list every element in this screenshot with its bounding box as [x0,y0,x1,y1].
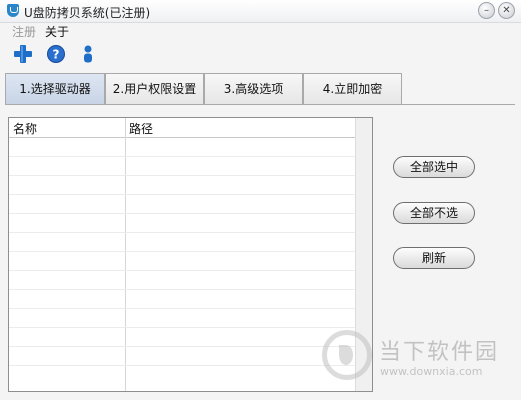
row-separator [9,213,356,214]
svg-text:?: ? [53,48,60,62]
shield-icon [7,4,19,17]
column-name[interactable]: 名称 [13,120,37,137]
user-icon[interactable] [78,44,98,64]
tab-advanced-options[interactable]: 3.高级选项 [204,73,303,104]
row-separator [9,289,356,290]
help-icon[interactable]: ? [46,44,66,64]
add-icon[interactable] [13,44,33,64]
row-separator [9,156,356,157]
row-separator [9,232,356,233]
row-separator [9,251,356,252]
tab-user-permissions[interactable]: 2.用户权限设置 [105,73,204,104]
refresh-button[interactable]: 刷新 [393,247,475,269]
menu-about[interactable]: 关于 [45,23,69,40]
tab-encrypt-now[interactable]: 4.立即加密 [303,73,402,104]
window-title: U盘防拷贝系统(已注册) [24,6,151,20]
step-tabs: 1.选择驱动器 2.用户权限设置 3.高级选项 4.立即加密 [5,73,515,105]
drive-list[interactable]: 名称 路径 [8,117,373,392]
column-path[interactable]: 路径 [129,120,153,137]
watermark-logo-icon [322,330,372,380]
row-separator [9,308,356,309]
menu-register[interactable]: 注册 [12,23,36,40]
row-separator [9,327,356,328]
watermark-text: 当下软件园 [379,340,500,365]
select-none-button[interactable]: 全部不选 [393,202,475,224]
select-all-button[interactable]: 全部选中 [393,156,475,178]
row-separator [9,175,356,176]
title-bar: U盘防拷贝系统(已注册) – ✕ [0,0,521,23]
watermark: 当下软件园 www.downxia.com [322,330,517,385]
column-divider [125,118,126,391]
watermark-url: www.downxia.com [380,365,483,378]
row-separator [9,346,356,347]
list-header: 名称 路径 [9,118,372,138]
toolbar: ? [0,40,521,68]
row-separator [9,270,356,271]
minimize-button[interactable]: – [478,2,495,19]
tab-select-drive[interactable]: 1.选择驱动器 [5,73,105,104]
row-separator [9,365,356,366]
close-button[interactable]: ✕ [498,2,515,19]
menu-bar: 注册 关于 [0,22,521,40]
row-separator [9,194,356,195]
